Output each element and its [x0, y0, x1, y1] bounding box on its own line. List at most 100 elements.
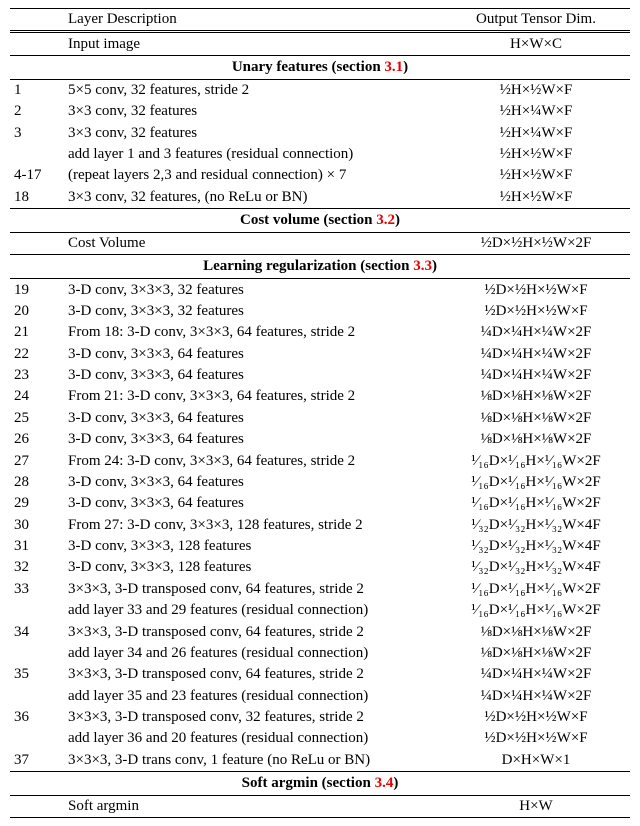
row-dim: ½H×½W×F	[442, 79, 630, 101]
row-num	[10, 144, 64, 165]
row-num: 2	[10, 101, 64, 122]
row-dim: ¼D×¼H×¼W×2F	[442, 664, 630, 685]
cost-rows: Cost Volume½D×½H×½W×2F	[10, 233, 630, 255]
row-num: 3	[10, 123, 64, 144]
table-row: 23×3 conv, 32 features½H×¼W×F	[10, 101, 630, 122]
row-num: 32	[10, 557, 64, 578]
table-row: 263-D conv, 3×3×3, 64 features⅛D×⅛H×⅛W×2…	[10, 429, 630, 450]
row-desc: 3×3×3, 3-D transposed conv, 64 features,…	[64, 664, 442, 685]
section-ref-link[interactable]: 3.2	[376, 212, 395, 228]
row-dim: ½D×½H×½W×F	[442, 279, 630, 301]
row-num: 30	[10, 515, 64, 536]
table-row: 30From 27: 3-D conv, 3×3×3, 128 features…	[10, 515, 630, 536]
table-row: 15×5 conv, 32 features, stride 2½H×½W×F	[10, 79, 630, 101]
row-desc: From 27: 3-D conv, 3×3×3, 128 features, …	[64, 515, 442, 536]
row-dim: ⅛D×⅛H×⅛W×2F	[442, 643, 630, 664]
row-dim: ¼D×¼H×¼W×2F	[442, 344, 630, 365]
table-row: 223-D conv, 3×3×3, 64 features¼D×¼H×¼W×2…	[10, 344, 630, 365]
section-cost: Cost volume (section 3.2)	[10, 209, 630, 233]
row-desc: 3-D conv, 3×3×3, 64 features	[64, 365, 442, 386]
row-num: 4-17	[10, 165, 64, 186]
row-desc: 3-D conv, 3×3×3, 32 features	[64, 279, 442, 301]
section-title-prefix: Soft argmin (section	[242, 775, 375, 791]
row-desc: From 18: 3-D conv, 3×3×3, 64 features, s…	[64, 322, 442, 343]
table-row: 203-D conv, 3×3×3, 32 features½D×½H×½W×F	[10, 301, 630, 322]
row-desc: 3-D conv, 3×3×3, 64 features	[64, 429, 442, 450]
row-num: 33	[10, 579, 64, 600]
section-ref-link[interactable]: 3.4	[375, 775, 394, 791]
table-row: 373×3×3, 3-D trans conv, 1 feature (no R…	[10, 750, 630, 772]
argmin-rows: Soft argminH×W	[10, 796, 630, 818]
row-dim: ¹⁄₁₆D×¹⁄₁₆H×¹⁄₁₆W×2F	[442, 450, 630, 471]
row-desc: (repeat layers 2,3 and residual connecti…	[64, 165, 442, 186]
row-desc: From 24: 3-D conv, 3×3×3, 64 features, s…	[64, 450, 442, 471]
row-dim: ½H×½W×F	[442, 144, 630, 165]
row-desc: 3×3 conv, 32 features, (no ReLu or BN)	[64, 187, 442, 209]
row-num: 24	[10, 386, 64, 407]
row-num	[10, 233, 64, 255]
section-ref-link[interactable]: 3.3	[413, 258, 432, 274]
section-title-suffix: )	[395, 212, 400, 228]
row-num: 23	[10, 365, 64, 386]
table-row: 193-D conv, 3×3×3, 32 features½D×½H×½W×F	[10, 279, 630, 301]
row-dim: ½H×¼W×F	[442, 101, 630, 122]
row-desc: Cost Volume	[64, 233, 442, 255]
row-desc: add layer 1 and 3 features (residual con…	[64, 144, 442, 165]
row-num: 34	[10, 621, 64, 642]
table-row: 27From 24: 3-D conv, 3×3×3, 64 features,…	[10, 450, 630, 471]
row-num	[10, 600, 64, 621]
row-num: 29	[10, 493, 64, 514]
row-desc: add layer 35 and 23 features (residual c…	[64, 686, 442, 707]
table-row: Cost Volume½D×½H×½W×2F	[10, 233, 630, 255]
row-dim: ¹⁄₁₆D×¹⁄₁₆H×¹⁄₁₆W×2F	[442, 579, 630, 600]
row-dim: ¹⁄₃₂D×¹⁄₃₂H×¹⁄₃₂W×4F	[442, 515, 630, 536]
row-num: 27	[10, 450, 64, 471]
row-desc: 3-D conv, 3×3×3, 64 features	[64, 472, 442, 493]
row-desc: add layer 34 and 26 features (residual c…	[64, 643, 442, 664]
row-desc: add layer 33 and 29 features (residual c…	[64, 600, 442, 621]
header-output-dim: Output Tensor Dim.	[442, 9, 630, 32]
section-unary: Unary features (section 3.1)	[10, 55, 630, 79]
row-dim: ¼D×¼H×¼W×2F	[442, 686, 630, 707]
row-desc: Soft argmin	[64, 796, 442, 818]
table-row: 293-D conv, 3×3×3, 64 features¹⁄₁₆D×¹⁄₁₆…	[10, 493, 630, 514]
row-dim: ¹⁄₃₂D×¹⁄₃₂H×¹⁄₃₂W×4F	[442, 557, 630, 578]
table-row: add layer 36 and 20 features (residual c…	[10, 728, 630, 749]
table-row: 4-17(repeat layers 2,3 and residual conn…	[10, 165, 630, 186]
row-num: 22	[10, 344, 64, 365]
row-num: 26	[10, 429, 64, 450]
row-dim: ¹⁄₁₆D×¹⁄₁₆H×¹⁄₁₆W×2F	[442, 472, 630, 493]
row-desc: 3×3 conv, 32 features	[64, 101, 442, 122]
table-row: 353×3×3, 3-D transposed conv, 64 feature…	[10, 664, 630, 685]
row-desc: 3-D conv, 3×3×3, 64 features	[64, 493, 442, 514]
row-dim: ½D×½H×½W×2F	[442, 233, 630, 255]
table-row: 333×3×3, 3-D transposed conv, 64 feature…	[10, 579, 630, 600]
row-dim: ⅛D×⅛H×⅛W×2F	[442, 408, 630, 429]
row-dim: H×W×C	[442, 32, 630, 55]
input-row: Input image H×W×C	[10, 32, 630, 55]
table-row: 253-D conv, 3×3×3, 64 features⅛D×⅛H×⅛W×2…	[10, 408, 630, 429]
table-row: add layer 1 and 3 features (residual con…	[10, 144, 630, 165]
section-argmin: Soft argmin (section 3.4)	[10, 772, 630, 796]
table-row: 183×3 conv, 32 features, (no ReLu or BN)…	[10, 187, 630, 209]
row-num: 28	[10, 472, 64, 493]
table-row: 343×3×3, 3-D transposed conv, 64 feature…	[10, 621, 630, 642]
row-num: 1	[10, 79, 64, 101]
table-row: 24From 21: 3-D conv, 3×3×3, 64 features,…	[10, 386, 630, 407]
row-desc: 3×3×3, 3-D trans conv, 1 feature (no ReL…	[64, 750, 442, 772]
row-desc: Input image	[64, 32, 442, 55]
unary-rows: 15×5 conv, 32 features, stride 2½H×½W×F2…	[10, 79, 630, 208]
architecture-table: Layer Description Output Tensor Dim. Inp…	[10, 8, 630, 818]
section-ref-link[interactable]: 3.1	[384, 59, 403, 75]
section-title-suffix: )	[432, 258, 437, 274]
row-dim: ½D×½H×½W×F	[442, 707, 630, 728]
row-desc: 3×3×3, 3-D transposed conv, 64 features,…	[64, 621, 442, 642]
row-num	[10, 643, 64, 664]
row-desc: From 21: 3-D conv, 3×3×3, 64 features, s…	[64, 386, 442, 407]
table-row: add layer 35 and 23 features (residual c…	[10, 686, 630, 707]
row-dim: H×W	[442, 796, 630, 818]
row-num	[10, 796, 64, 818]
table-row: Soft argminH×W	[10, 796, 630, 818]
row-num: 36	[10, 707, 64, 728]
row-dim: ¹⁄₁₆D×¹⁄₁₆H×¹⁄₁₆W×2F	[442, 600, 630, 621]
